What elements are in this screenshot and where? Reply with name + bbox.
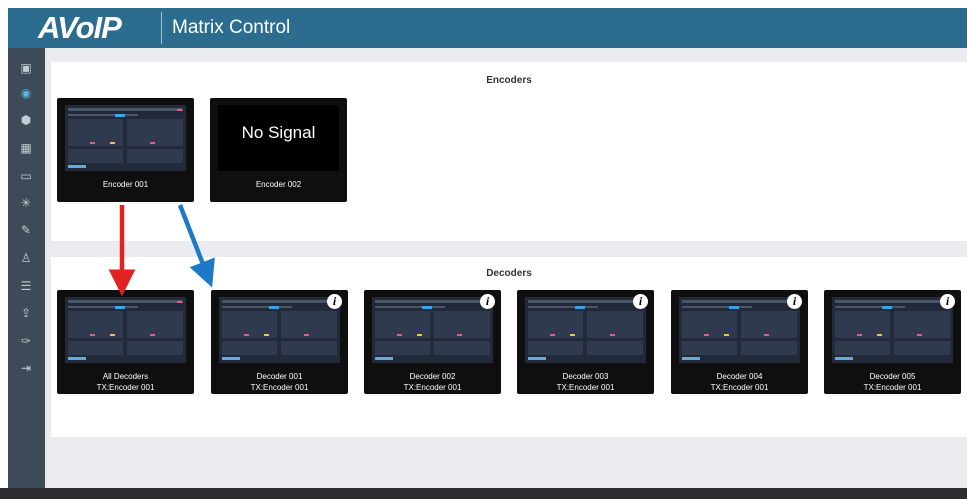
header-divider bbox=[161, 12, 162, 44]
pen-icon[interactable]: ✎ bbox=[17, 221, 35, 239]
upload-icon[interactable]: ⇪ bbox=[17, 304, 35, 322]
decoder-source: TX:Encoder 001 bbox=[863, 383, 922, 392]
decoder-tile[interactable]: i Decoder 002 TX:Encoder 001 bbox=[364, 290, 501, 394]
page-title: Matrix Control bbox=[172, 17, 291, 38]
videowall-icon[interactable]: ▦ bbox=[17, 139, 35, 157]
info-icon[interactable]: i bbox=[633, 294, 648, 309]
video-preview-thumbnail bbox=[65, 105, 186, 171]
decoder-name: Decoder 004 bbox=[716, 372, 763, 381]
all-decoders-tile[interactable]: All Decoders TX:Encoder 001 bbox=[57, 290, 194, 394]
info-icon[interactable]: i bbox=[327, 294, 342, 309]
decoder-name: Decoder 003 bbox=[562, 372, 609, 381]
user-icon[interactable]: ♙ bbox=[17, 249, 35, 267]
sliders-icon[interactable]: ☰ bbox=[17, 277, 35, 295]
wrench-icon[interactable]: ✑ bbox=[17, 332, 35, 350]
decoders-title: Decoders bbox=[486, 268, 532, 279]
encoder-tile[interactable]: Encoder 001 bbox=[57, 98, 194, 202]
decoder-source: TX:Encoder 001 bbox=[710, 383, 769, 392]
decoder-name: Decoder 001 bbox=[256, 372, 303, 381]
encoders-title: Encoders bbox=[486, 75, 532, 86]
decoder-name: Decoder 002 bbox=[409, 372, 456, 381]
devices-icon[interactable]: ⬢ bbox=[17, 111, 35, 129]
decoder-source: TX:Encoder 001 bbox=[96, 383, 155, 392]
video-preview-thumbnail bbox=[372, 297, 493, 363]
video-preview-thumbnail bbox=[219, 297, 340, 363]
main-content: Encoders Encoder 001 No Signal Encoder 002… bbox=[45, 48, 967, 488]
encoder-name: Encoder 001 bbox=[102, 180, 149, 189]
encoder-name: Encoder 002 bbox=[255, 180, 302, 189]
decoder-source: TX:Encoder 001 bbox=[250, 383, 309, 392]
encoder-tile[interactable]: No Signal Encoder 002 bbox=[210, 98, 347, 202]
decoder-name: Decoder 005 bbox=[869, 372, 916, 381]
decoder-tile[interactable]: i Decoder 003 TX:Encoder 001 bbox=[517, 290, 654, 394]
video-preview-thumbnail bbox=[679, 297, 800, 363]
info-icon[interactable]: i bbox=[787, 294, 802, 309]
encoders-panel: Encoders Encoder 001 No Signal Encoder 002 bbox=[51, 62, 967, 241]
video-preview-thumbnail bbox=[525, 297, 646, 363]
network-icon[interactable]: ✳ bbox=[17, 194, 35, 212]
decoder-source: TX:Encoder 001 bbox=[403, 383, 462, 392]
monitor-icon[interactable]: ▭ bbox=[17, 167, 35, 185]
video-preview-thumbnail bbox=[832, 297, 953, 363]
taskbar-strip bbox=[0, 488, 967, 499]
decoder-name: All Decoders bbox=[102, 372, 149, 381]
logout-icon[interactable]: ⇥ bbox=[17, 359, 35, 377]
dashboard-icon[interactable]: ▣ bbox=[17, 59, 35, 77]
video-preview-thumbnail bbox=[65, 297, 186, 363]
matrix-icon[interactable]: ◉ bbox=[17, 84, 35, 102]
info-icon[interactable]: i bbox=[480, 294, 495, 309]
app-header: AVoIP Matrix Control bbox=[8, 8, 967, 48]
decoder-tile[interactable]: i Decoder 004 TX:Encoder 001 bbox=[671, 290, 808, 394]
info-icon[interactable]: i bbox=[940, 294, 955, 309]
decoder-source: TX:Encoder 001 bbox=[556, 383, 615, 392]
decoder-tile[interactable]: i Decoder 001 TX:Encoder 001 bbox=[211, 290, 348, 394]
avoip-logo: AVoIP bbox=[38, 10, 122, 45]
no-signal-text: No Signal bbox=[218, 105, 339, 171]
decoders-panel: Decoders All Decoders TX:Encoder 001 i Deco… bbox=[51, 257, 967, 437]
decoder-tile[interactable]: i Decoder 005 TX:Encoder 001 bbox=[824, 290, 961, 394]
sidebar: ▣ ◉ ⬢ ▦ ▭ ✳ ✎ ♙ ☰ ⇪ ✑ ⇥ bbox=[8, 48, 45, 488]
